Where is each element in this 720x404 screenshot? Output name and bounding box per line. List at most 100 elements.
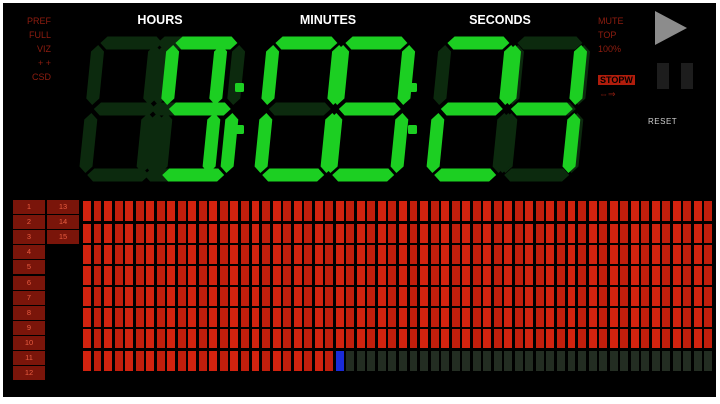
grid-cell — [493, 287, 502, 306]
grid-cell — [451, 329, 460, 348]
grid-cell — [198, 266, 207, 285]
grid-cell — [388, 287, 397, 306]
grid-cell — [599, 308, 608, 327]
grid-cell — [177, 351, 186, 371]
grid-cell — [241, 287, 249, 306]
grid-cell — [441, 224, 450, 243]
grid-cell — [325, 266, 334, 285]
grid-cell — [83, 351, 91, 371]
grid-cell — [388, 224, 397, 243]
grid-cell — [662, 351, 671, 371]
grid-cell — [93, 308, 102, 327]
grid-cell — [609, 266, 618, 285]
grid-cell — [135, 351, 144, 371]
grid-cell — [335, 308, 344, 327]
grid-cell — [167, 351, 176, 371]
grid-cell — [346, 201, 355, 221]
grid-cell — [325, 201, 334, 221]
grid-cell — [493, 245, 502, 264]
grid-cell — [704, 351, 713, 371]
grid-cell — [262, 201, 270, 221]
grid-cell — [104, 329, 112, 348]
grid-cell — [609, 351, 618, 371]
hour-button-9[interactable]: 9 — [13, 320, 45, 335]
hour-button-2[interactable]: 2 — [13, 215, 45, 230]
hour-button-12[interactable]: 12 — [13, 366, 45, 381]
grid-cell — [367, 308, 376, 327]
grid-cell — [325, 351, 334, 371]
reset-button[interactable]: RESET — [648, 117, 677, 126]
grid-cell — [557, 201, 565, 221]
grid-cell — [293, 245, 302, 264]
grid-cell — [662, 245, 671, 264]
grid-cell — [125, 224, 134, 243]
pause-icon[interactable] — [657, 63, 693, 89]
grid-cell — [420, 245, 428, 264]
hour-button-6[interactable]: 6 — [13, 275, 45, 290]
grid-cell — [493, 351, 502, 371]
hour-button-4[interactable]: 4 — [13, 245, 45, 260]
segment-a — [447, 36, 510, 50]
hour-button-15[interactable]: 15 — [47, 230, 79, 245]
grid-cell — [472, 245, 481, 264]
grid-cell — [293, 308, 302, 327]
grid-cell — [93, 287, 102, 306]
grid-cell — [420, 308, 428, 327]
grid-cell — [198, 224, 207, 243]
grid-cell-current — [335, 351, 344, 371]
grid-cell — [630, 351, 639, 371]
grid-cell — [146, 266, 155, 285]
hour-button-13[interactable]: 13 — [47, 200, 79, 214]
grid-cell — [335, 266, 344, 285]
grid-cell — [114, 224, 123, 243]
grid-cell — [241, 224, 249, 243]
grid-cell — [641, 287, 650, 306]
grid-cell — [493, 201, 502, 221]
grid-cell — [388, 351, 397, 371]
grid-cell — [441, 287, 450, 306]
grid-cell — [167, 245, 176, 264]
grid-cell — [125, 351, 134, 371]
hour-button-11[interactable]: 11 — [13, 351, 45, 365]
hour-button-3[interactable]: 3 — [13, 230, 45, 245]
grid-cell — [156, 201, 165, 221]
grid-cell — [146, 308, 155, 327]
grid-cell — [156, 351, 165, 371]
grid-cell — [662, 201, 671, 221]
grid-cell — [588, 329, 597, 348]
segment-d — [504, 168, 567, 182]
grid-cell — [399, 351, 407, 371]
hour-button-8[interactable]: 8 — [13, 305, 45, 320]
grid-cell — [567, 201, 576, 221]
grid-cell — [104, 224, 112, 243]
grid-cell — [525, 351, 534, 371]
grid-cell — [514, 224, 523, 243]
segment-g — [268, 102, 331, 116]
grid-cell — [156, 224, 165, 243]
grid-cell — [377, 329, 386, 348]
grid-cell — [356, 287, 365, 306]
grid-cell — [483, 266, 492, 285]
segment-e — [426, 113, 445, 173]
grid-cell — [262, 266, 270, 285]
hour-button-7[interactable]: 7 — [13, 290, 45, 305]
hour-button-5[interactable]: 5 — [13, 260, 45, 275]
grid-cell — [683, 245, 692, 264]
grid-cell — [620, 224, 629, 243]
hour-button-1[interactable]: 1 — [13, 200, 45, 214]
grid-cell — [651, 266, 660, 285]
grid-cell — [609, 308, 618, 327]
hour-button-10[interactable]: 10 — [13, 335, 45, 350]
grid-cell — [177, 329, 186, 348]
grid-cell — [704, 201, 713, 221]
segment-b — [209, 45, 228, 105]
grid-cell — [209, 266, 218, 285]
grid-cell — [609, 224, 618, 243]
stopwatch-button[interactable]: STOPW — [598, 75, 635, 85]
play-icon[interactable] — [655, 11, 687, 45]
hour-button-14[interactable]: 14 — [47, 215, 79, 230]
grid-cell — [441, 351, 450, 371]
grid-cell — [704, 329, 713, 348]
grid-cell — [514, 266, 523, 285]
direction-toggle[interactable]: ⇔⇒ — [599, 89, 616, 100]
